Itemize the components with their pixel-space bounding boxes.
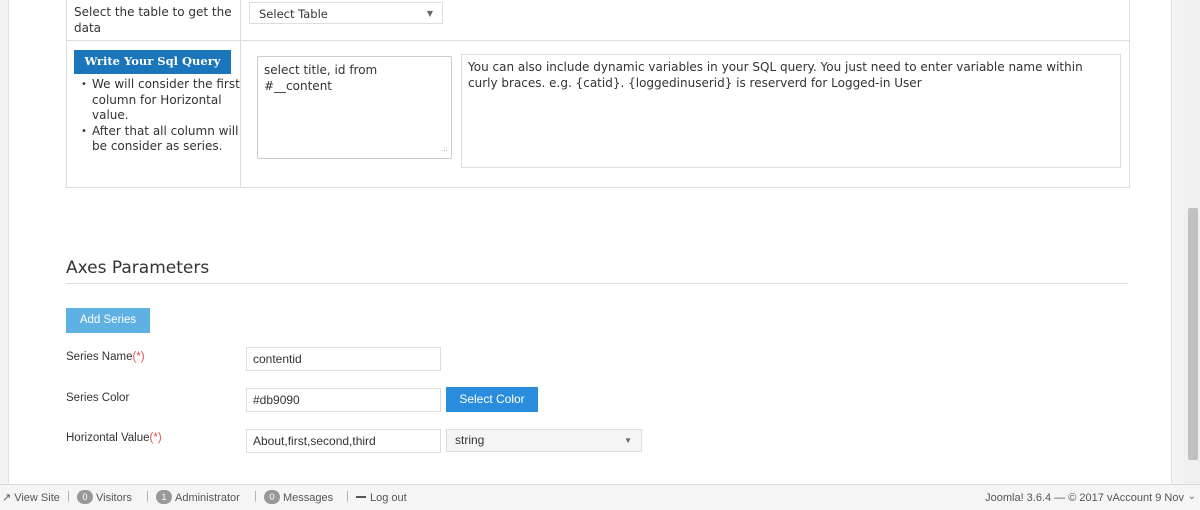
sql-query-text: select title, id from #__content [264, 63, 378, 93]
chevron-down-icon: ▼ [624, 436, 632, 445]
list-item: After that all column will be consider a… [81, 124, 251, 155]
horizontal-value-label: Horizontal Value(*) [66, 432, 162, 444]
logout-link[interactable]: Log out [356, 490, 407, 506]
administrator-item[interactable]: 1 Administrator [156, 490, 240, 506]
sql-query-row: Write Your Sql Query We will consider th… [67, 41, 1129, 187]
table-select-label: Select the table to get the data [74, 5, 232, 35]
minus-icon [356, 496, 366, 499]
chevron-down-icon: ▼ [426, 9, 433, 18]
write-sql-query-button[interactable]: Write Your Sql Query [74, 50, 231, 74]
sql-hints-list: We will consider the first column for Ho… [75, 77, 251, 155]
view-site-link[interactable]: ↗ View Site [2, 490, 60, 506]
horizontal-value-input[interactable]: About,first,second,third [246, 429, 441, 453]
series-color-label: Series Color [66, 392, 130, 404]
visitors-item[interactable]: 0 Visitors [77, 490, 132, 506]
table-select-value: Select Table [259, 7, 328, 21]
admin-count-badge: 1 [156, 490, 172, 505]
series-name-input[interactable]: contentid [246, 347, 441, 371]
sql-info-box: You can also include dynamic variables i… [461, 54, 1121, 168]
chevron-down-icon[interactable]: ⌄ [1188, 491, 1196, 502]
scrollbar-thumb[interactable] [1188, 208, 1198, 460]
series-name-label: Series Name(*) [66, 351, 145, 363]
external-link-icon: ↗ [2, 492, 12, 504]
resize-handle-icon[interactable]: .:: [441, 141, 448, 157]
series-color-input[interactable]: #db9090 [246, 388, 441, 412]
required-mark: (*) [149, 432, 162, 444]
status-bar: ↗ View Site | 0 Visitors | 1 Administrator … [0, 484, 1200, 510]
add-series-button[interactable]: Add Series [66, 308, 150, 333]
table-select-row: Select the table to get the data Select … [67, 0, 1129, 41]
horizontal-type-select[interactable]: string ▼ [446, 429, 642, 452]
required-mark: (*) [132, 351, 145, 363]
list-item: We will consider the first column for Ho… [81, 77, 251, 124]
content-panel: Select the table to get the data Select … [8, 0, 1172, 484]
table-select[interactable]: Select Table ▼ [249, 2, 443, 24]
messages-item[interactable]: 0 Messages [264, 490, 333, 506]
version-info: Joomla! 3.6.4 — © 2017 vAccount 9 Nov [985, 492, 1184, 504]
axes-parameters-heading: Axes Parameters [66, 258, 210, 278]
messages-count-badge: 0 [264, 490, 280, 505]
visitors-count-badge: 0 [77, 490, 93, 505]
vertical-scrollbar[interactable] [1184, 0, 1200, 484]
horizontal-type-value: string [455, 433, 485, 447]
sql-query-textarea[interactable]: select title, id from #__content .:: [257, 56, 452, 159]
select-color-button[interactable]: Select Color [446, 387, 538, 412]
query-table: Select the table to get the data Select … [66, 0, 1130, 188]
divider [66, 283, 1128, 284]
